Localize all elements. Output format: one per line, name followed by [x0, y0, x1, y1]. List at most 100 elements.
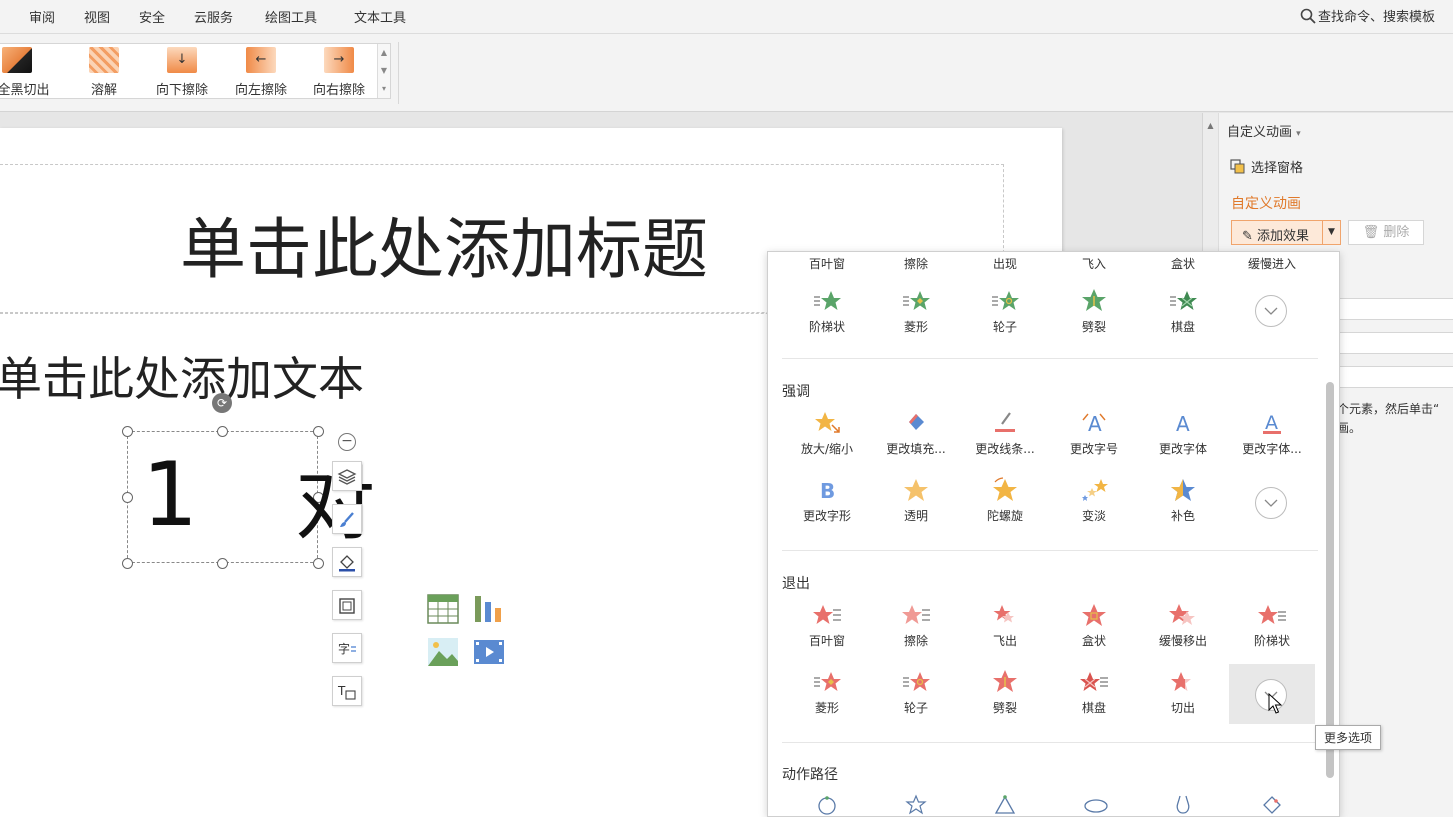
gallery-item-wipe-right[interactable]: → 向右擦除 [304, 47, 374, 98]
effect-emphasis-line[interactable]: 更改线条... [960, 410, 1050, 457]
textbox-options-button[interactable]: T [332, 676, 362, 706]
entrance-more-button[interactable] [1255, 295, 1287, 327]
fill-button[interactable] [332, 547, 362, 577]
gallery-label: 向左擦除 [234, 83, 287, 98]
title-placeholder-text[interactable]: 单击此处添加标题 [180, 196, 708, 292]
fill-color-icon [909, 414, 924, 430]
effect-label: 菱形 [814, 701, 839, 715]
effect-entrance-diamond[interactable]: 菱形 [871, 288, 961, 335]
teardrop-path-icon[interactable] [1172, 794, 1194, 816]
effect-label: 陀螺旋 [986, 509, 1023, 523]
effect-exit-fly-out[interactable]: 飞出 [960, 602, 1050, 649]
gallery-item-fade-black[interactable]: 从全黑切出 [0, 47, 52, 98]
effect-emphasis-lighten[interactable]: 变淡 [1049, 477, 1139, 524]
effect-entrance-appear[interactable]: 出现 [960, 255, 1050, 272]
section-divider [782, 550, 1318, 551]
effect-emphasis-grow-shrink[interactable]: 放大/缩小 [782, 410, 872, 457]
effect-emphasis-transparency[interactable]: 透明 [871, 477, 961, 524]
layer-button[interactable] [332, 461, 362, 491]
font-size-icon: A [1082, 412, 1106, 436]
insert-video-icon[interactable] [473, 637, 505, 667]
effect-entrance-box[interactable]: 盒状 [1138, 255, 1228, 272]
rotate-handle-icon[interactable]: ⟳ [212, 393, 232, 413]
effect-exit-peek-out[interactable]: 切出 [1138, 669, 1228, 716]
delete-button[interactable]: 🗑 删除 [1348, 220, 1424, 245]
pencil-icon: ✎ [1242, 229, 1253, 244]
text-direction-button[interactable]: 字 [332, 633, 362, 663]
resize-handle[interactable] [122, 492, 133, 503]
dissolve-icon [89, 47, 119, 73]
speed-field[interactable] [1339, 366, 1453, 388]
gallery-label: 向下擦除 [155, 83, 208, 98]
effect-entrance-checkerboard[interactable]: 棋盘 [1138, 288, 1228, 335]
effect-exit-wheel[interactable]: 轮子 [871, 669, 961, 716]
effect-label: 更改填充... [886, 442, 946, 456]
effect-entrance-wipe[interactable]: 擦除 [871, 255, 961, 272]
star-path-icon[interactable] [905, 794, 927, 816]
gallery-item-wipe-down[interactable]: ↓ 向下擦除 [147, 47, 217, 98]
bold-b-icon: B [820, 479, 835, 503]
menu-review[interactable]: 审阅 [29, 7, 55, 26]
pane-title[interactable]: 自定义动画 ▾ [1227, 121, 1301, 140]
insert-chart-icon[interactable] [473, 594, 505, 624]
command-search[interactable]: 查找命令、搜索模板 [1300, 6, 1435, 25]
dropdown-scrollbar[interactable] [1326, 382, 1334, 778]
circle-path-icon[interactable] [816, 794, 838, 816]
effect-entrance-wheel[interactable]: 轮子 [960, 288, 1050, 335]
effect-entrance-crawl-in[interactable]: 缓慢进入 [1227, 255, 1317, 272]
effect-emphasis-complementary[interactable]: 补色 [1138, 477, 1228, 524]
menu-cloud[interactable]: 云服务 [194, 7, 233, 26]
effect-emphasis-font-style[interactable]: B 更改字形 [782, 477, 872, 524]
effect-exit-wipe[interactable]: 擦除 [871, 602, 961, 649]
diamond-path-icon[interactable] [1261, 794, 1283, 816]
oval-path-icon[interactable] [1083, 794, 1109, 816]
triangle-path-icon[interactable] [994, 794, 1016, 816]
menu-text-tools[interactable]: 文本工具 [354, 7, 406, 26]
collapse-toolbar-button[interactable]: − [338, 433, 356, 451]
selection-pane-icon [1230, 159, 1245, 174]
start-field[interactable] [1339, 298, 1453, 320]
gallery-item-wipe-left[interactable]: ← 向左擦除 [226, 47, 296, 98]
resize-handle[interactable] [313, 426, 324, 437]
property-field[interactable] [1339, 332, 1453, 354]
effect-emphasis-spin[interactable]: 陀螺旋 [960, 477, 1050, 524]
resize-handle[interactable] [122, 426, 133, 437]
red-star-wipe-icon [902, 605, 930, 624]
effect-exit-crawl-out[interactable]: 缓慢移出 [1138, 602, 1228, 649]
gallery-scrollbar[interactable]: ▲ ▼ ▾ [377, 44, 390, 98]
effect-exit-diamond[interactable]: 菱形 [782, 669, 872, 716]
insert-table-icon[interactable] [427, 594, 459, 624]
effect-entrance-blinds[interactable]: 百叶窗 [782, 255, 872, 272]
effect-entrance-split[interactable]: 劈裂 [1049, 288, 1139, 335]
effect-emphasis-font-size[interactable]: A 更改字号 [1049, 410, 1139, 457]
effect-exit-stairs[interactable]: 阶梯状 [1227, 602, 1317, 649]
emphasis-more-button[interactable] [1255, 487, 1287, 519]
menu-security[interactable]: 安全 [139, 7, 165, 26]
resize-handle[interactable] [217, 426, 228, 437]
menu-drawing-tools[interactable]: 绘图工具 [265, 7, 317, 26]
effect-exit-split[interactable]: 劈裂 [960, 669, 1050, 716]
effect-exit-box[interactable]: 盒状 [1049, 602, 1139, 649]
insert-picture-icon[interactable] [427, 637, 459, 667]
effect-exit-checkerboard[interactable]: 棋盘 [1049, 669, 1139, 716]
add-effect-button[interactable]: ✎ 添加效果 ▼ [1231, 220, 1341, 245]
effect-emphasis-fill[interactable]: 更改填充... [871, 410, 961, 457]
resize-handle[interactable] [313, 558, 324, 569]
effect-emphasis-font-color[interactable]: A 更改字体... [1227, 410, 1317, 457]
outline-button[interactable] [332, 590, 362, 620]
gallery-item-dissolve[interactable]: 溶解 [69, 47, 139, 98]
outline-icon [339, 598, 355, 614]
effect-emphasis-font[interactable]: A 更改字体 [1138, 410, 1228, 457]
format-painter-button[interactable] [332, 504, 362, 534]
body-placeholder-text[interactable]: 单击此处添加文本 [0, 343, 364, 409]
chevron-down-icon[interactable]: ▼ [1322, 221, 1340, 244]
select-pane-button[interactable]: 选择窗格 [1229, 157, 1303, 176]
effect-label: 轮子 [903, 701, 928, 715]
menu-view[interactable]: 视图 [84, 7, 110, 26]
gallery-label: 从全黑切出 [0, 83, 50, 98]
effect-entrance-fly-in[interactable]: 飞入 [1049, 255, 1139, 272]
effect-entrance-stairs[interactable]: 阶梯状 [782, 288, 872, 335]
effect-exit-blinds[interactable]: 百叶窗 [782, 602, 872, 649]
resize-handle[interactable] [122, 558, 133, 569]
resize-handle[interactable] [217, 558, 228, 569]
